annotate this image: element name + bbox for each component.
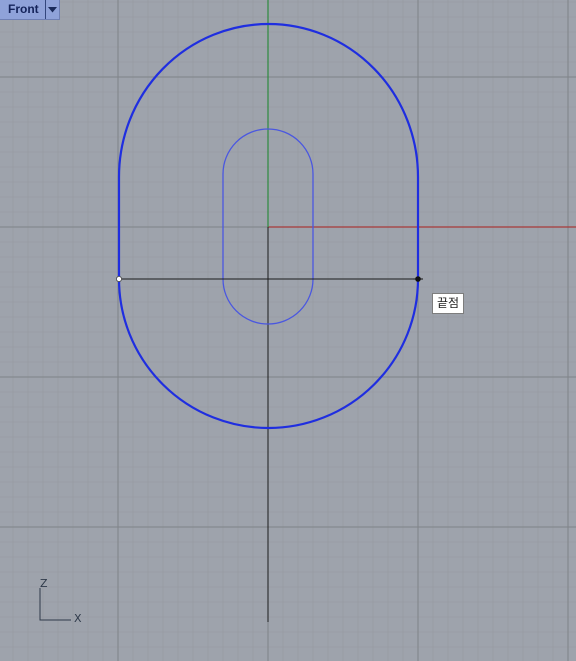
axis-indicator xyxy=(39,588,71,621)
start-point-marker[interactable] xyxy=(116,275,123,282)
chevron-down-icon[interactable] xyxy=(44,0,59,19)
viewport-title[interactable]: Front xyxy=(0,0,45,19)
snap-tooltip-text: 끝점 xyxy=(437,296,460,310)
grid-major-lines xyxy=(0,0,576,661)
viewport-canvas[interactable] xyxy=(0,0,576,661)
axis-x-label: X xyxy=(74,612,82,625)
axis-z-label: Z xyxy=(40,577,48,590)
snap-tooltip: 끝점 xyxy=(432,293,465,314)
front-viewport[interactable]: Front 끝점 Z X xyxy=(0,0,576,661)
grid-minor-lines xyxy=(0,0,576,661)
endpoint-snap-marker[interactable] xyxy=(413,276,423,282)
viewport-title-tab[interactable]: Front xyxy=(0,0,60,20)
